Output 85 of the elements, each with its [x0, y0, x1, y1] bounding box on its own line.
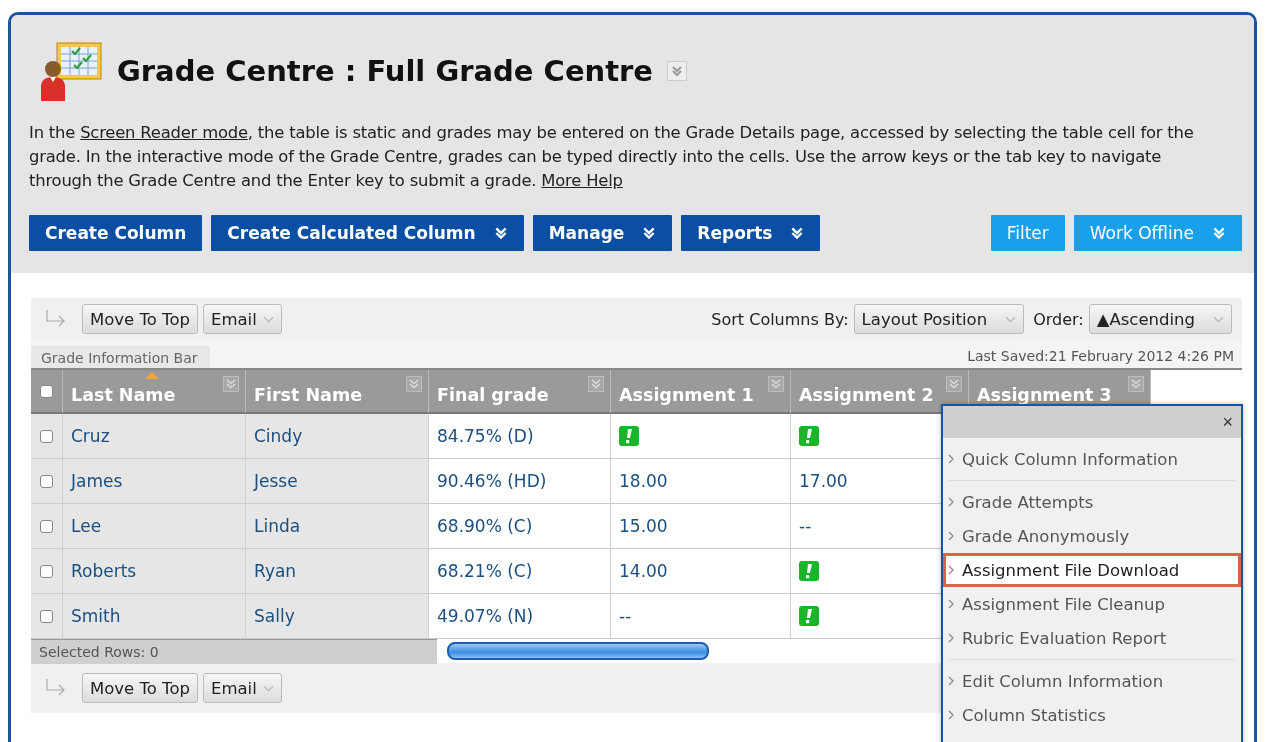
needs-grading-icon[interactable] — [619, 426, 639, 446]
email-dropdown[interactable]: Email — [202, 673, 282, 703]
table-cell[interactable]: 18.00 — [611, 459, 791, 504]
help-link[interactable]: Screen Reader mode — [80, 123, 248, 142]
menu-item[interactable]: Column Statistics — [943, 698, 1241, 732]
needs-grading-icon[interactable] — [799, 606, 819, 626]
menu-item[interactable]: Assignment File Download — [943, 553, 1241, 587]
table-cell[interactable]: Cindy — [246, 414, 429, 459]
table-cell[interactable]: 68.21% (C) — [429, 549, 611, 594]
email-dropdown[interactable]: Email — [202, 304, 282, 334]
column-menu-icon[interactable] — [588, 376, 604, 392]
move-to-top-button[interactable]: Move To Top — [82, 673, 198, 703]
table-cell[interactable]: 90.46% (HD) — [429, 459, 611, 504]
row-checkbox[interactable] — [40, 519, 53, 533]
chevron-right-icon — [948, 454, 954, 464]
column-label: Assignment 3 — [977, 384, 1112, 405]
table-cell[interactable]: Smith — [63, 594, 246, 639]
chevron-down-icon — [790, 226, 805, 240]
move-to-top-button[interactable]: Move To Top — [82, 304, 198, 334]
needs-grading-icon[interactable] — [799, 426, 819, 446]
table-cell[interactable]: James — [63, 459, 246, 504]
chevron-right-icon — [948, 565, 954, 575]
column-menu-icon[interactable] — [768, 376, 784, 392]
table-cell[interactable]: -- — [611, 594, 791, 639]
action-button[interactable]: Manage — [532, 215, 673, 251]
info-bar-tab[interactable]: Grade Information Bar — [31, 346, 210, 368]
chevron-right-icon — [948, 676, 954, 686]
chevron-down-icon — [671, 65, 684, 77]
table-cell[interactable]: 49.07% (N) — [429, 594, 611, 639]
chevron-right-icon — [948, 710, 954, 720]
chevron-down-icon — [1212, 226, 1226, 240]
table-cell[interactable]: 68.90% (C) — [429, 504, 611, 549]
menu-item[interactable]: Edit Column Information — [943, 664, 1241, 698]
column-label: Assignment 1 — [619, 384, 754, 405]
indent-arrow-icon — [45, 309, 67, 329]
table-cell[interactable]: Sally — [246, 594, 429, 639]
table-cell[interactable]: 84.75% (D) — [429, 414, 611, 459]
selected-rows-count: Selected Rows: 0 — [31, 638, 437, 664]
action-button[interactable]: Reports — [681, 215, 821, 251]
chevron-right-icon — [948, 531, 954, 541]
title-menu-button[interactable] — [667, 61, 688, 81]
row-checkbox[interactable] — [40, 564, 53, 578]
column-label: Last Name — [71, 384, 176, 405]
row-checkbox[interactable] — [40, 609, 53, 623]
column-label: Assignment 2 — [799, 384, 934, 405]
table-cell[interactable]: Roberts — [63, 549, 246, 594]
column-menu-icon[interactable] — [223, 376, 239, 392]
table-cell[interactable]: Lee — [63, 504, 246, 549]
action-button[interactable]: Create Column — [29, 215, 203, 251]
chevron-right-icon — [948, 599, 954, 609]
table-cell[interactable]: Cruz — [63, 414, 246, 459]
last-saved-text: Last Saved:21 February 2012 4:26 PM — [967, 348, 1235, 366]
menu-item[interactable]: Assignment File Cleanup — [943, 587, 1241, 621]
gradebook-person-icon — [39, 39, 103, 103]
page-title: Grade Centre : Full Grade Centre — [117, 54, 654, 88]
order-label: Order: — [1033, 309, 1084, 329]
row-checkbox[interactable] — [40, 474, 53, 488]
horizontal-scrollbar[interactable] — [447, 642, 709, 660]
chevron-right-icon — [948, 497, 954, 507]
order-select[interactable]: ▲Ascending — [1088, 304, 1232, 334]
select-all-checkbox[interactable] — [40, 384, 53, 398]
indent-arrow-icon — [45, 678, 67, 698]
table-cell[interactable]: 15.00 — [611, 504, 791, 549]
chevron-down-icon — [642, 226, 657, 240]
sort-label: Sort Columns By: — [711, 309, 849, 329]
chevron-right-icon — [948, 633, 954, 643]
close-button[interactable]: × — [1220, 411, 1235, 433]
table-cell[interactable]: Jesse — [246, 459, 429, 504]
sort-ascending-icon — [145, 372, 159, 379]
menu-item[interactable]: Rubric Evaluation Report — [943, 621, 1241, 655]
help-link[interactable]: More Help — [541, 171, 623, 190]
column-menu-icon[interactable] — [946, 376, 962, 392]
action-button[interactable]: Create Calculated Column — [211, 215, 524, 251]
column-menu-icon[interactable] — [1128, 376, 1144, 392]
table-cell[interactable]: 14.00 — [611, 549, 791, 594]
intro-paragraph: In the Screen Reader mode, the table is static and grades may be entered on the Grade Details page, accessed by selecting the table cell for the grade. In the interactive mode of the Grade Centre, grades can be typed directly into the cells. Use the arrow keys or the tab key to navigate through the Grade Centre and the Enter key to submit a grade. More Help — [29, 122, 1195, 192]
table-cell[interactable]: Ryan — [246, 549, 429, 594]
chevron-down-icon — [493, 226, 508, 240]
column-menu-icon[interactable] — [406, 376, 422, 392]
column-label: Final grade — [437, 384, 549, 405]
sort-select[interactable]: Layout Position — [853, 304, 1025, 334]
column-label: First Name — [254, 384, 363, 405]
needs-grading-icon[interactable] — [799, 561, 819, 581]
table-cell[interactable]: Linda — [246, 504, 429, 549]
row-checkbox[interactable] — [40, 429, 53, 443]
